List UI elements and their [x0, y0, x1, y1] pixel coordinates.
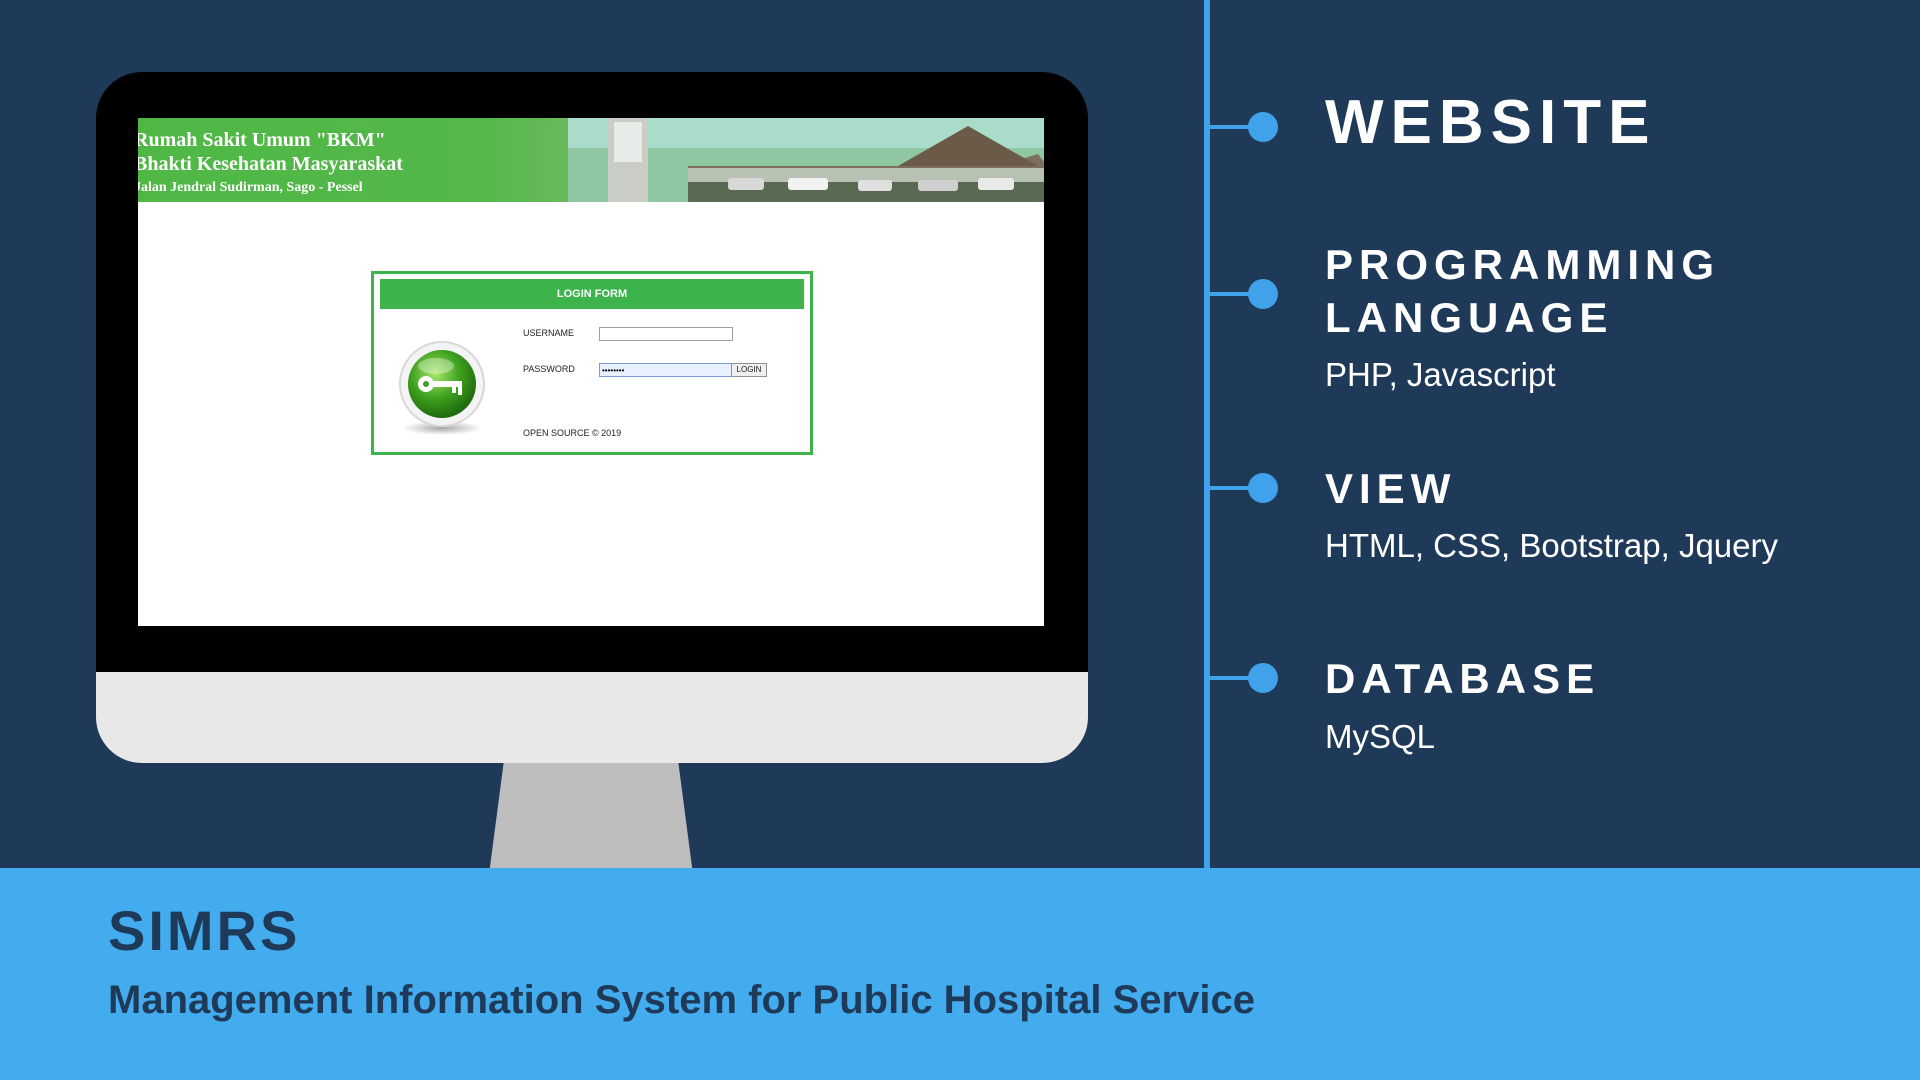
hospital-address: Jalan Jendral Sudirman, Sago - Pessel — [138, 180, 363, 195]
hospital-photo — [568, 118, 1044, 202]
username-label: USERNAME — [523, 328, 575, 338]
heading-website: WEBSITE — [1325, 88, 1657, 157]
copyright-note: OPEN SOURCE © 2019 — [523, 428, 622, 438]
database-tech: MySQL — [1325, 718, 1436, 755]
heading-programming: PROGRAMMING — [1325, 241, 1720, 288]
timeline-dot — [1248, 663, 1278, 693]
slide-canvas: Rumah Sakit Umum "BKM" Bhakti Kesehatan … — [0, 0, 1920, 1080]
password-label: PASSWORD — [523, 364, 575, 374]
project-title: SIMRS — [108, 899, 301, 962]
heading-language: LANGUAGE — [1325, 294, 1614, 341]
view-tech-list: HTML, CSS, Bootstrap, Jquery — [1325, 527, 1778, 564]
timeline-dot — [1248, 473, 1278, 503]
hospital-name: Rumah Sakit Umum "BKM" — [138, 129, 386, 151]
login-form-title: LOGIN FORM — [380, 279, 804, 309]
password-input[interactable] — [599, 363, 733, 377]
heading-database: DATABASE — [1325, 655, 1601, 702]
timeline-line — [1204, 0, 1210, 868]
login-form: LOGIN FORM USERNAME PASSWORD •••••••• LO… — [371, 271, 813, 455]
key-icon — [399, 341, 485, 435]
project-subtitle: Management Information System for Public… — [108, 978, 1255, 1022]
login-button[interactable]: LOGIN — [731, 363, 767, 377]
languages-list: PHP, Javascript — [1325, 356, 1556, 393]
hospital-fullname: Bhakti Kesehatan Masyaraskat — [138, 153, 403, 175]
monitor-screen: Rumah Sakit Umum "BKM" Bhakti Kesehatan … — [138, 118, 1044, 626]
monitor-illustration: Rumah Sakit Umum "BKM" Bhakti Kesehatan … — [96, 72, 1088, 943]
bottom-banner: SIMRS Management Information System for … — [0, 868, 1920, 1080]
timeline-dot — [1248, 279, 1278, 309]
monitor-chin — [96, 672, 1088, 763]
heading-view: VIEW — [1325, 465, 1457, 512]
timeline-dot — [1248, 112, 1278, 142]
site-header-banner: Rumah Sakit Umum "BKM" Bhakti Kesehatan … — [138, 118, 1044, 202]
hospital-name-block: Rumah Sakit Umum "BKM" Bhakti Kesehatan … — [138, 128, 403, 197]
username-input[interactable] — [599, 327, 733, 341]
